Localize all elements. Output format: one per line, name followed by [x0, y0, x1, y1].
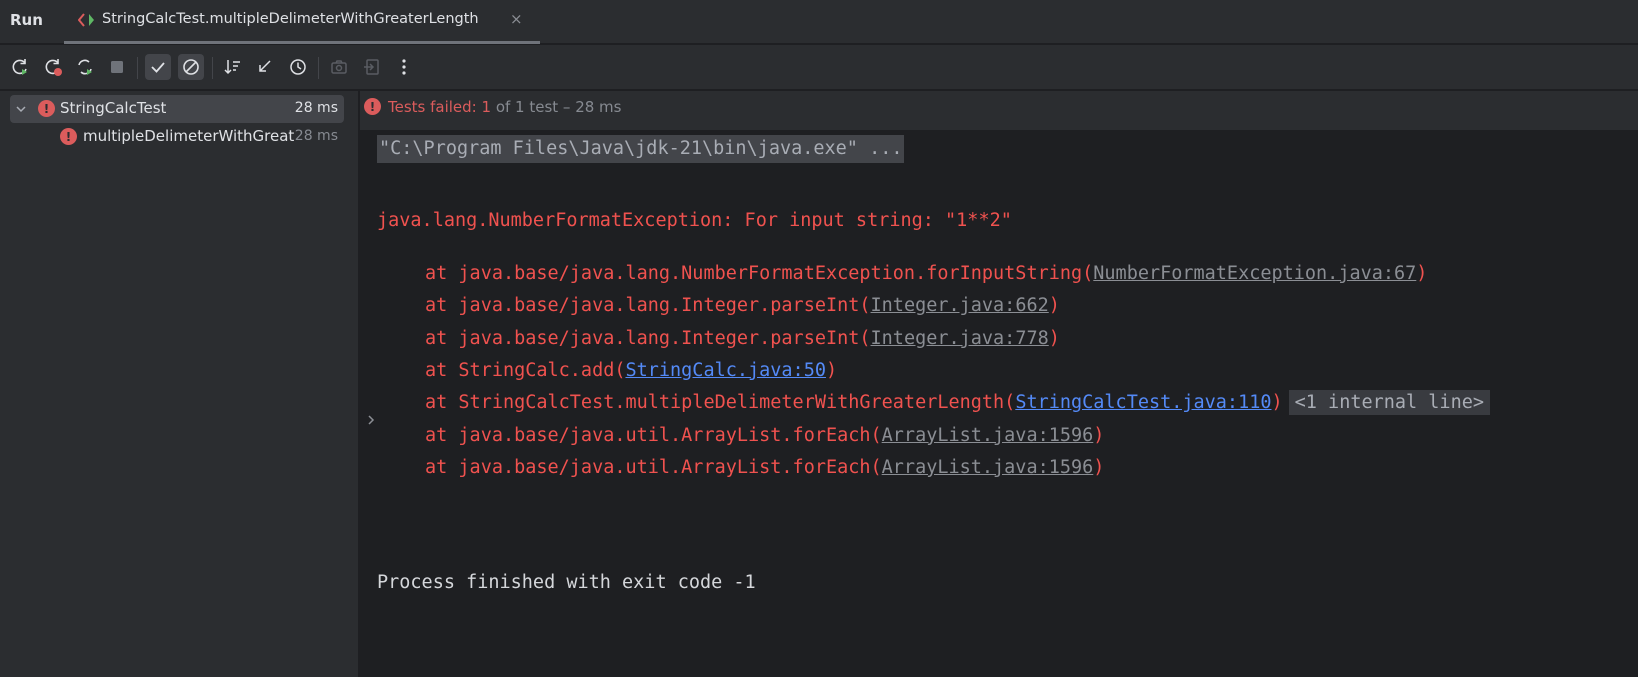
stack-frame: at java.base/java.lang.Integer.parseInt(… [425, 327, 1060, 351]
test-summary: Tests failed: 1 of 1 test – 28 ms [388, 98, 622, 116]
run-label: Run [10, 11, 43, 29]
tree-item-label: StringCalcTest [60, 99, 167, 117]
test-status-bar: ! Tests failed: 1 of 1 test – 28 ms [360, 91, 1638, 131]
stack-frame-method: at java.base/java.util.ArrayList.forEach… [425, 424, 882, 446]
stack-frame-method: at java.base/java.lang.NumberFormatExcep… [425, 263, 1094, 284]
stack-frame: at java.base/java.util.ArrayList.forEach… [425, 456, 1104, 480]
stack-frame-suffix: ) [1416, 263, 1428, 284]
sort-alphabetically-icon[interactable] [220, 54, 246, 80]
internal-lines-fold[interactable]: <1 internal line> [1288, 390, 1490, 416]
test-class-icon [78, 13, 94, 27]
tab-active-indicator [64, 41, 540, 44]
source-link[interactable]: NumberFormatException.java:67 [1093, 263, 1416, 284]
test-failed-icon: ! [60, 128, 77, 145]
rerun-failed-icon[interactable] [40, 54, 66, 80]
tree-item-stringcalctest[interactable]: ! StringCalcTest 28 ms [10, 95, 344, 123]
stack-frame-method: at java.base/java.lang.Integer.parseInt( [425, 295, 871, 317]
stack-frame-suffix: ) [1271, 392, 1283, 414]
stack-frame-suffix: ) [1048, 295, 1060, 317]
toolbar-divider [137, 57, 138, 79]
source-link[interactable]: Integer.java:778 [871, 328, 1049, 349]
tab-run-configuration[interactable]: StringCalcTest.multipleDelimeterWithGrea… [64, 0, 540, 44]
stack-frame-suffix: ) [1093, 424, 1105, 446]
stack-frame-suffix: ) [1093, 456, 1105, 478]
rerun-icon[interactable] [7, 54, 33, 80]
toggle-auto-test-icon[interactable] [72, 54, 98, 80]
source-link[interactable]: StringCalc.java:50 [625, 360, 825, 381]
process-exit-message: Process finished with exit code -1 [377, 572, 756, 593]
tree-item-multipledelimeterwithgreaterlength[interactable]: ! multipleDelimeterWithGreat 28 ms [10, 123, 344, 151]
source-link[interactable]: Integer.java:662 [871, 295, 1049, 316]
collapse-all-icon[interactable] [252, 54, 278, 80]
stop-icon[interactable] [104, 54, 130, 80]
show-ignored-icon[interactable] [178, 54, 204, 80]
stack-frame-method: at java.base/java.util.ArrayList.forEach… [425, 456, 882, 478]
command-line[interactable]: "C:\Program Files\Java\jdk-21\bin\java.e… [377, 135, 905, 163]
test-duration: 28 ms [294, 100, 338, 116]
test-failed-icon: ! [38, 100, 55, 117]
stack-frame-suffix: ) [1048, 327, 1060, 349]
source-link[interactable]: ArrayList.java:1596 [882, 425, 1094, 446]
export-results-icon[interactable] [359, 54, 385, 80]
close-icon[interactable]: × [510, 10, 523, 28]
toolbar-divider [212, 57, 213, 79]
chevron-down-icon[interactable] [14, 102, 28, 116]
source-link[interactable]: StringCalcTest.java:110 [1015, 392, 1271, 413]
stack-frame-suffix: ) [825, 359, 838, 381]
stack-frame-method: at java.base/java.lang.Integer.parseInt( [425, 327, 871, 349]
test-history-icon[interactable] [285, 54, 311, 80]
test-duration: 28 ms [294, 128, 338, 144]
stack-frame: at java.base/java.util.ArrayList.forEach… [425, 424, 1104, 448]
run-toolbar [0, 45, 1638, 90]
stack-frame: at StringCalcTest.multipleDelimeterWithG… [425, 390, 1490, 416]
run-tool-window-header: Run StringCalcTest.multipleDelimeterWith… [0, 0, 1638, 44]
stack-frame-method: at StringCalc.add( [425, 359, 626, 381]
screenshot-icon[interactable] [326, 54, 352, 80]
source-link[interactable]: ArrayList.java:1596 [882, 457, 1094, 478]
stack-frame: at StringCalc.add(StringCalc.java:50) [425, 359, 837, 383]
tab-title: StringCalcTest.multipleDelimeterWithGrea… [102, 11, 479, 27]
toolbar-divider [318, 57, 319, 79]
show-passed-icon[interactable] [145, 54, 171, 80]
tree-item-label: multipleDelimeterWithGreat [83, 127, 295, 145]
test-failed-icon: ! [364, 98, 381, 115]
stack-frame: at java.base/java.lang.NumberFormatExcep… [425, 262, 1427, 286]
console-output-panel[interactable]: ! Tests failed: 1 of 1 test – 28 ms "C:\… [360, 91, 1638, 677]
stack-frame: at java.base/java.lang.Integer.parseInt(… [425, 294, 1060, 318]
chevron-right-icon[interactable] [364, 413, 378, 427]
test-tree-panel: ! StringCalcTest 28 ms ! multipleDelimet… [0, 91, 359, 677]
stack-frame-method: at StringCalcTest.multipleDelimeterWithG… [425, 392, 1016, 414]
more-options-icon[interactable] [391, 54, 417, 80]
exception-message: java.lang.NumberFormatException: For inp… [377, 210, 1012, 231]
